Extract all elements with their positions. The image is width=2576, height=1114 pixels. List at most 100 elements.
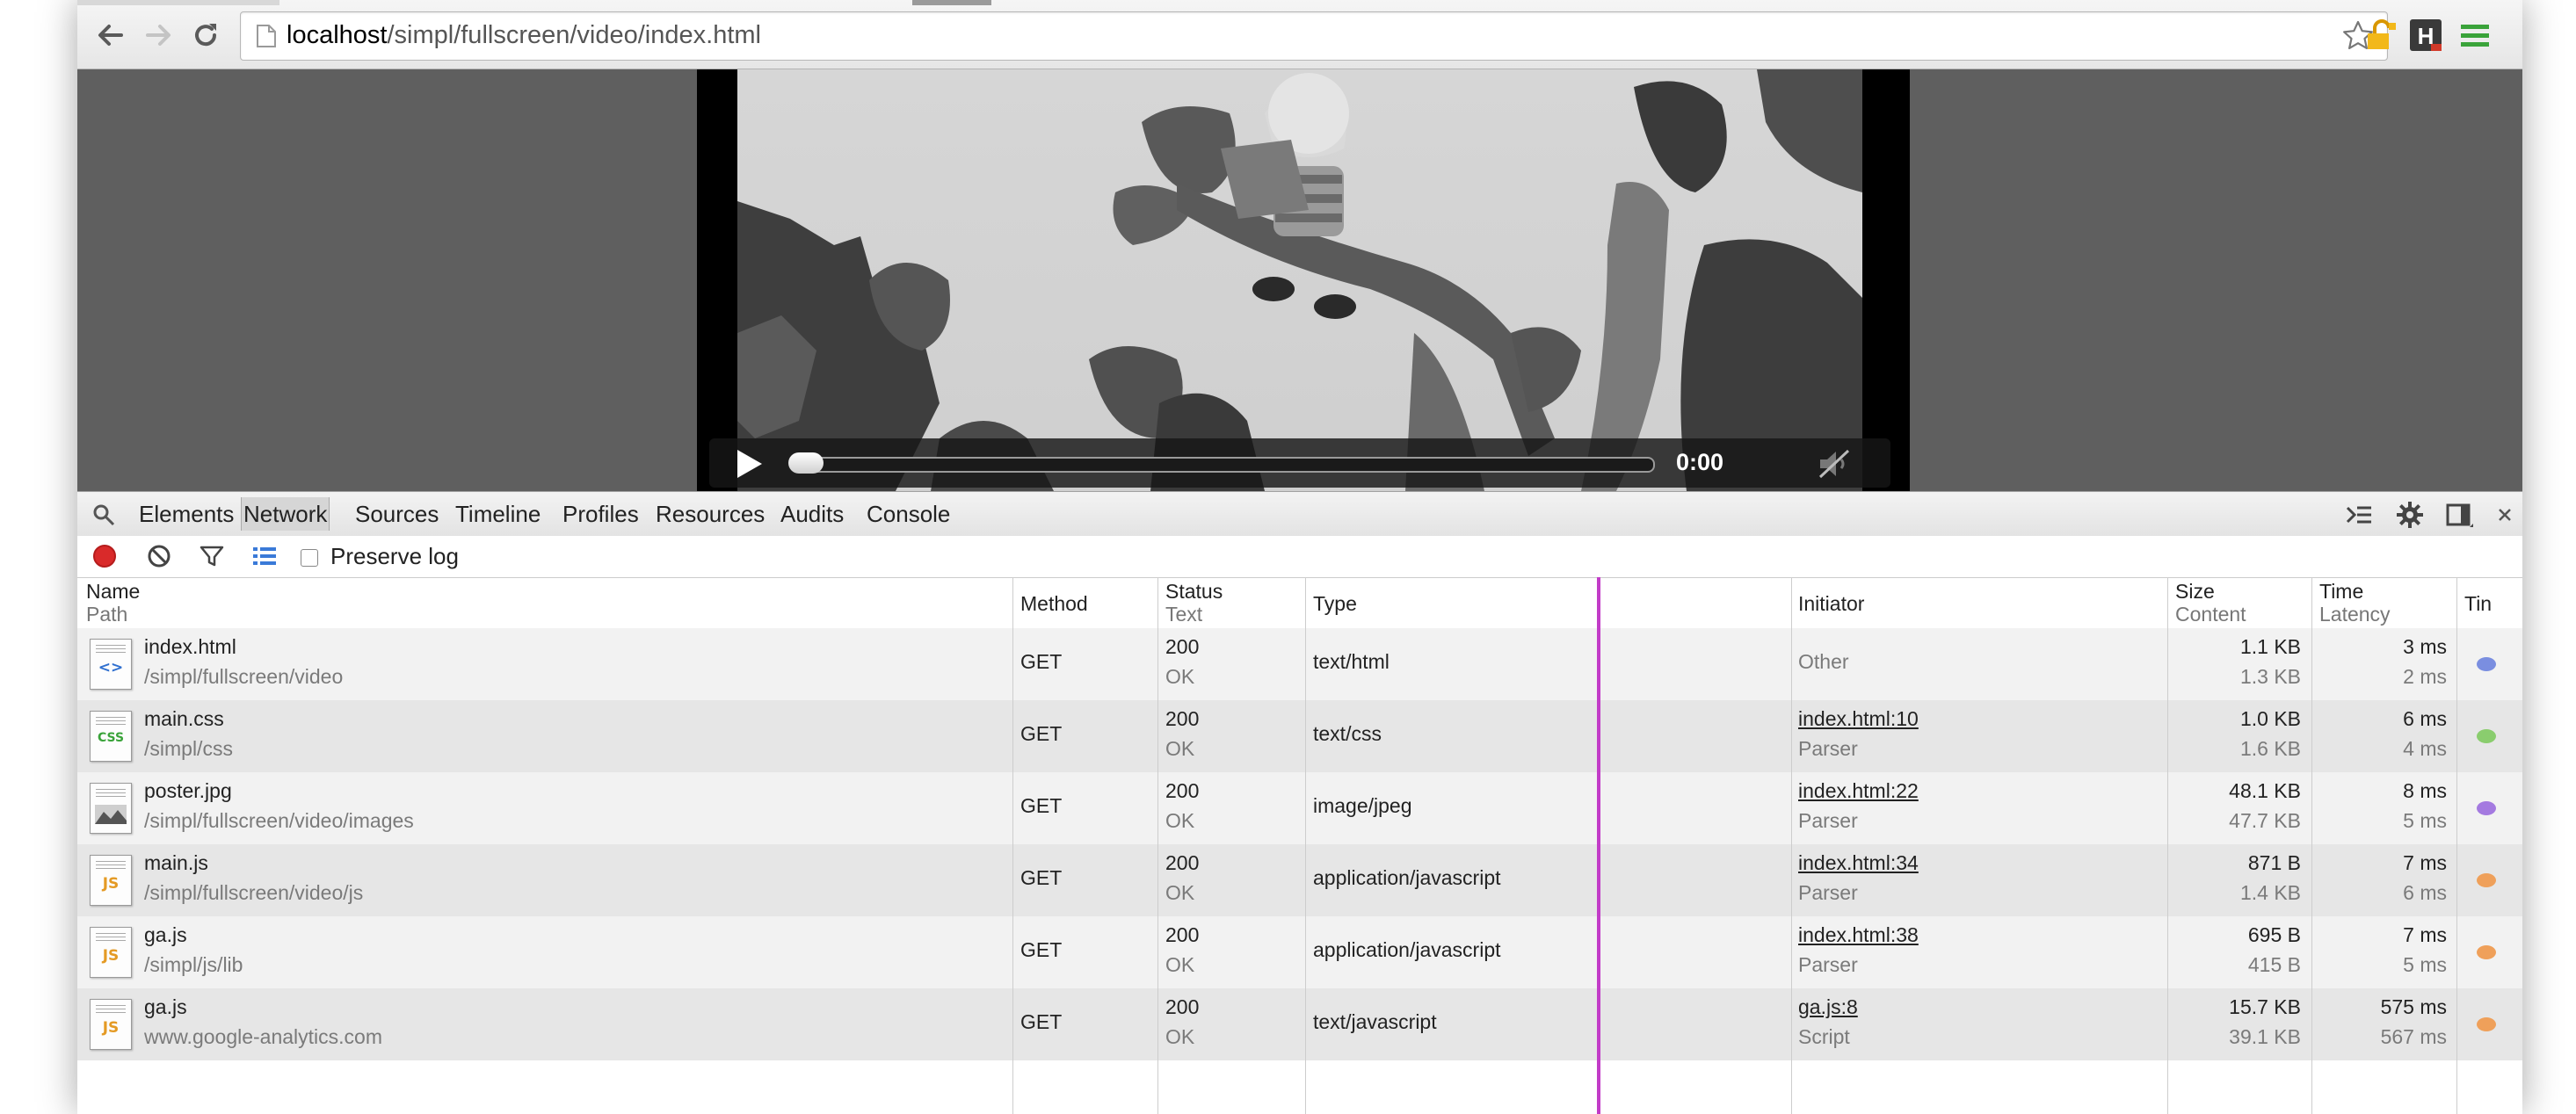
status-code: 200 xyxy=(1165,635,1200,658)
file-type-icon: JS xyxy=(90,855,132,906)
timeline-bar xyxy=(2477,657,2496,671)
video-player[interactable]: 0:00 xyxy=(697,69,1910,491)
tab-timeline[interactable]: Timeline xyxy=(455,501,541,528)
tab-console[interactable]: Console xyxy=(867,501,950,528)
lock-extension-icon[interactable] xyxy=(2362,18,2398,53)
status-text: OK xyxy=(1165,953,1195,976)
forward-arrow-icon[interactable] xyxy=(139,16,178,54)
h-extension-icon[interactable]: H xyxy=(2408,18,2443,53)
menu-icon[interactable] xyxy=(2457,18,2493,53)
tab-sources[interactable]: Sources xyxy=(355,501,439,528)
initiator-link[interactable]: index.html:10 xyxy=(1798,707,1919,731)
tab-audits[interactable]: Audits xyxy=(780,501,844,528)
transfer-size: 1.1 KB xyxy=(2239,635,2301,658)
timeline-bar xyxy=(2477,873,2496,887)
table-row[interactable]: JS ga.js www.google-analytics.com GET 200 OK t… xyxy=(77,988,2522,1060)
request-path: /simpl/fullscreen/video xyxy=(144,665,344,688)
preserve-log-checkbox[interactable] xyxy=(301,549,318,567)
preserve-log-label[interactable]: Preserve log xyxy=(330,543,459,570)
tab-strip-edge xyxy=(77,0,279,5)
column-divider[interactable] xyxy=(1157,577,1158,1114)
address-bar[interactable]: localhost/simpl/fullscreen/video/index.h… xyxy=(240,11,2388,61)
header-initiator[interactable]: Initiator xyxy=(1798,592,1864,616)
request-name: main.css xyxy=(144,707,224,730)
status-text: OK xyxy=(1165,809,1195,832)
content-size: 39.1 KB xyxy=(2229,1025,2301,1048)
content-size: 1.6 KB xyxy=(2239,737,2301,760)
header-content[interactable]: Content xyxy=(2175,603,2246,626)
column-divider[interactable] xyxy=(1791,577,1792,1114)
initiator-type: Parser xyxy=(1798,953,1858,976)
muted-speaker-icon[interactable] xyxy=(1817,447,1852,481)
transfer-size: 871 B xyxy=(2247,851,2301,874)
url-path: /simpl/fullscreen/video/index.html xyxy=(387,21,761,49)
record-icon[interactable] xyxy=(91,543,118,569)
status-code: 200 xyxy=(1165,779,1200,802)
network-requests-table: Name Path Method Status Text Type Initia… xyxy=(77,577,2522,1114)
status-text: OK xyxy=(1165,1025,1195,1048)
header-latency[interactable]: Latency xyxy=(2319,603,2391,626)
list-view-icon[interactable] xyxy=(251,543,278,569)
seek-thumb[interactable] xyxy=(788,452,824,474)
tab-elements[interactable]: Elements xyxy=(139,501,234,528)
close-icon[interactable] xyxy=(2491,501,2519,529)
initiator-link[interactable]: index.html:34 xyxy=(1798,851,1919,875)
url-host: localhost xyxy=(287,21,388,49)
reload-icon[interactable] xyxy=(186,16,225,54)
transfer-size: 15.7 KB xyxy=(2229,995,2301,1018)
total-time: 7 ms xyxy=(2403,923,2447,946)
request-path: /simpl/js/lib xyxy=(144,953,243,976)
request-method: GET xyxy=(1020,650,1063,673)
devtools-tabbar: Elements Network Sources Timeline Profil… xyxy=(77,491,2522,537)
column-divider[interactable] xyxy=(2167,577,2168,1114)
request-name: index.html xyxy=(144,635,236,658)
column-divider[interactable] xyxy=(2311,577,2312,1114)
header-text[interactable]: Text xyxy=(1165,603,1202,626)
column-divider[interactable] xyxy=(2456,577,2457,1114)
table-row[interactable]: JS ga.js/simpl/js/lib GET 200 OK application/… xyxy=(77,916,2522,988)
clear-icon[interactable] xyxy=(146,543,172,569)
request-method: GET xyxy=(1020,866,1063,889)
tab-profiles[interactable]: Profiles xyxy=(562,501,639,528)
table-row[interactable]: CSS main.css/simpl/css GET 200 OK text/css ind… xyxy=(77,700,2522,772)
back-arrow-icon[interactable] xyxy=(91,16,130,54)
header-type[interactable]: Type xyxy=(1313,592,1357,616)
initiator-link[interactable]: ga.js:8 xyxy=(1798,995,1858,1019)
transfer-size: 1.0 KB xyxy=(2239,707,2301,730)
header-method[interactable]: Method xyxy=(1020,592,1088,616)
gear-icon[interactable] xyxy=(2396,501,2424,529)
header-name[interactable]: Name xyxy=(86,580,140,604)
initiator-link[interactable]: index.html:22 xyxy=(1798,779,1919,803)
tab-resources[interactable]: Resources xyxy=(656,501,765,528)
header-time[interactable]: Time xyxy=(2319,580,2363,604)
column-divider[interactable] xyxy=(1305,577,1306,1114)
header-path[interactable]: Path xyxy=(86,603,127,626)
play-icon[interactable] xyxy=(730,447,766,481)
initiator-link[interactable]: index.html:38 xyxy=(1798,923,1919,947)
table-row[interactable]: <> index.html/simpl/fullscreen/video GET 20… xyxy=(77,628,2522,700)
seek-slider[interactable] xyxy=(788,452,1655,474)
search-icon[interactable] xyxy=(91,503,116,527)
status-code: 200 xyxy=(1165,707,1200,730)
total-time: 6 ms xyxy=(2403,707,2447,730)
request-name: ga.js xyxy=(144,995,187,1018)
request-path: /simpl/fullscreen/video/images xyxy=(144,809,414,832)
table-row[interactable]: poster.jpg/simpl/fullscreen/video/images… xyxy=(77,772,2522,844)
tab-strip-edge xyxy=(912,0,991,5)
tab-network[interactable]: Network xyxy=(241,497,330,531)
console-drawer-icon[interactable] xyxy=(2345,501,2373,529)
column-divider[interactable] xyxy=(1012,577,1013,1114)
latency-time: 4 ms xyxy=(2403,737,2447,760)
devtools-panel: Elements Network Sources Timeline Profil… xyxy=(77,491,2522,1114)
table-row[interactable]: JS main.js/simpl/fullscreen/video/js GET 20… xyxy=(77,844,2522,916)
request-name: main.js xyxy=(144,851,208,874)
dock-side-icon[interactable] xyxy=(2445,501,2473,529)
file-type-icon: JS xyxy=(90,999,132,1050)
header-size[interactable]: Size xyxy=(2175,580,2215,604)
timeline-bar xyxy=(2477,945,2496,959)
browser-toolbar: localhost/simpl/fullscreen/video/index.h… xyxy=(77,0,2522,69)
filter-icon[interactable] xyxy=(199,543,225,569)
header-status[interactable]: Status xyxy=(1165,580,1223,604)
header-timeline[interactable]: Tin xyxy=(2464,592,2492,616)
total-time: 7 ms xyxy=(2403,851,2447,874)
